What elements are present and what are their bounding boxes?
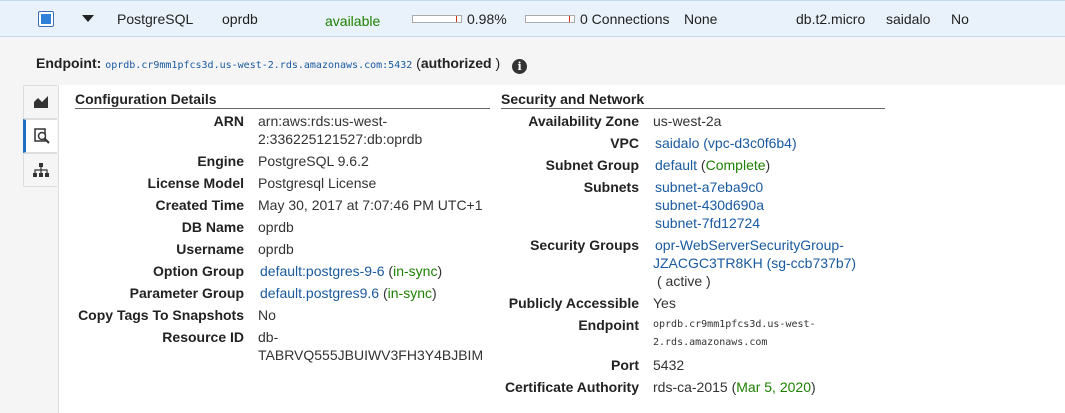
hierarchy-icon [32, 163, 49, 177]
engine-label: Engine [197, 153, 244, 169]
az-label: Availability Zone [528, 113, 639, 129]
engine-cell: PostgreSQL [117, 11, 194, 27]
endpoint-label: Endpoint: [36, 55, 102, 71]
vpc-cell: saidalo [886, 11, 931, 27]
ca-row: rds-ca-2015 (Mar 5, 2020) [653, 379, 816, 395]
connections-cell: 0 Connections [580, 11, 670, 27]
replication-cell: None [684, 11, 718, 27]
details-panel: Configuration Details ARN arn:aws:rds:us… [58, 85, 1065, 413]
paren-close: ) [495, 55, 501, 71]
vpc-link[interactable]: saidalo (vpc-d3c0f6b4) [655, 135, 797, 151]
security-group-link-line1[interactable]: opr-WebServerSecurityGroup- [655, 237, 844, 253]
dbname-value: oprdb [258, 219, 294, 235]
parameter-group-link[interactable]: default.postgres9.6 [260, 285, 379, 301]
expand-caret-icon[interactable] [82, 15, 94, 22]
license-label: License Model [147, 175, 244, 191]
az-value: us-west-2a [653, 113, 722, 129]
security-groups-label: Security Groups [530, 237, 639, 253]
tab-details[interactable] [23, 119, 57, 153]
info-icon[interactable]: i [512, 59, 528, 74]
security-group-status: ( active ) [657, 273, 711, 289]
parameter-group-row: default.postgres9.6 (in-sync) [260, 285, 437, 301]
endpoint-field-label: Endpoint [578, 317, 639, 333]
class-cell: db.t2.micro [796, 11, 866, 27]
public-value: Yes [653, 295, 676, 311]
cpu-bar [412, 15, 462, 23]
copy-tags-value: No [258, 307, 276, 323]
subnet-link[interactable]: subnet-7fd12724 [655, 215, 760, 231]
area-chart-icon [33, 95, 49, 109]
multi-az-cell: No [951, 11, 969, 27]
config-title: Configuration Details [75, 91, 490, 109]
vpc-label: VPC [610, 135, 639, 151]
resource-id-line2: TABRVQ555JBUIWV3FH3Y4BJBIM [258, 347, 484, 363]
public-label: Publicly Accessible [508, 295, 639, 311]
option-group-row: default:postgres-9-6 (in-sync) [260, 263, 443, 279]
arn-value-line2: 2:336225121527:db:oprdb [258, 131, 423, 147]
tab-monitoring[interactable] [23, 85, 57, 119]
endpoint-line: Endpoint: oprdb.cr9mm1pfcs3d.us-west-2.r… [36, 55, 528, 74]
endpoint-field-line2[interactable]: 2.rds.amazonaws.com [653, 337, 767, 348]
magnifier-details-icon [33, 128, 50, 144]
port-value: 5432 [653, 357, 685, 373]
endpoint-field-line1[interactable]: oprdb.cr9mm1pfcs3d.us-west- [653, 319, 816, 330]
username-value: oprdb [258, 241, 294, 257]
ca-label: Certificate Authority [504, 379, 639, 395]
option-group-link[interactable]: default:postgres-9-6 [260, 263, 385, 279]
instance-row[interactable]: PostgreSQL oprdb available 0.98% 0 Conne… [0, 0, 1065, 37]
ca-date: Mar 5, 2020 [736, 379, 811, 395]
subnet-group-link[interactable]: default [655, 157, 697, 173]
row-checkbox[interactable] [38, 11, 54, 27]
dbname-label: DB Name [181, 219, 244, 235]
connections-bar [525, 15, 575, 23]
subnet-link[interactable]: subnet-430d690a [655, 197, 764, 213]
security-title: Security and Network [501, 91, 885, 109]
option-group-label: Option Group [153, 263, 244, 279]
parameter-group-label: Parameter Group [129, 285, 244, 301]
endpoint-value[interactable]: oprdb.cr9mm1pfcs3d.us-west-2.rds.amazona… [105, 60, 412, 71]
security-group-link-line2[interactable]: JZACGC3TR8KH (sg-ccb737b7) [653, 255, 856, 271]
subnets-label: Subnets [583, 179, 639, 195]
copy-tags-label: Copy Tags To Snapshots [78, 307, 244, 323]
port-label: Port [611, 357, 639, 373]
arn-label: ARN [213, 113, 244, 129]
db-identifier-cell: oprdb [222, 11, 258, 27]
ca-value: rds-ca-2015 [653, 379, 728, 395]
resource-id-label: Resource ID [162, 329, 244, 345]
created-label: Created Time [155, 197, 244, 213]
resource-id-line1: db- [258, 329, 279, 345]
created-value: May 30, 2017 at 7:07:46 PM UTC+1 [258, 197, 483, 213]
subnet-group-row: default (Complete) [655, 157, 771, 173]
engine-value: PostgreSQL 9.6.2 [258, 153, 369, 169]
parameter-group-status: in-sync [387, 285, 433, 301]
license-value: Postgresql License [258, 175, 377, 191]
subnet-link[interactable]: subnet-a7eba9c0 [655, 179, 763, 195]
subnet-group-label: Subnet Group [545, 157, 639, 173]
tab-topology[interactable] [23, 153, 57, 187]
subnet-group-status: Complete [705, 157, 766, 173]
option-group-status: in-sync [393, 263, 438, 279]
status-cell: available [325, 13, 381, 29]
cpu-cell: 0.98% [467, 11, 507, 27]
arn-value-line1: arn:aws:rds:us-west- [258, 113, 388, 129]
detail-tabs [23, 85, 58, 187]
instance-detail: Endpoint: oprdb.cr9mm1pfcs3d.us-west-2.r… [0, 37, 1065, 413]
auth-status: authorized [420, 55, 492, 71]
username-label: Username [176, 241, 244, 257]
